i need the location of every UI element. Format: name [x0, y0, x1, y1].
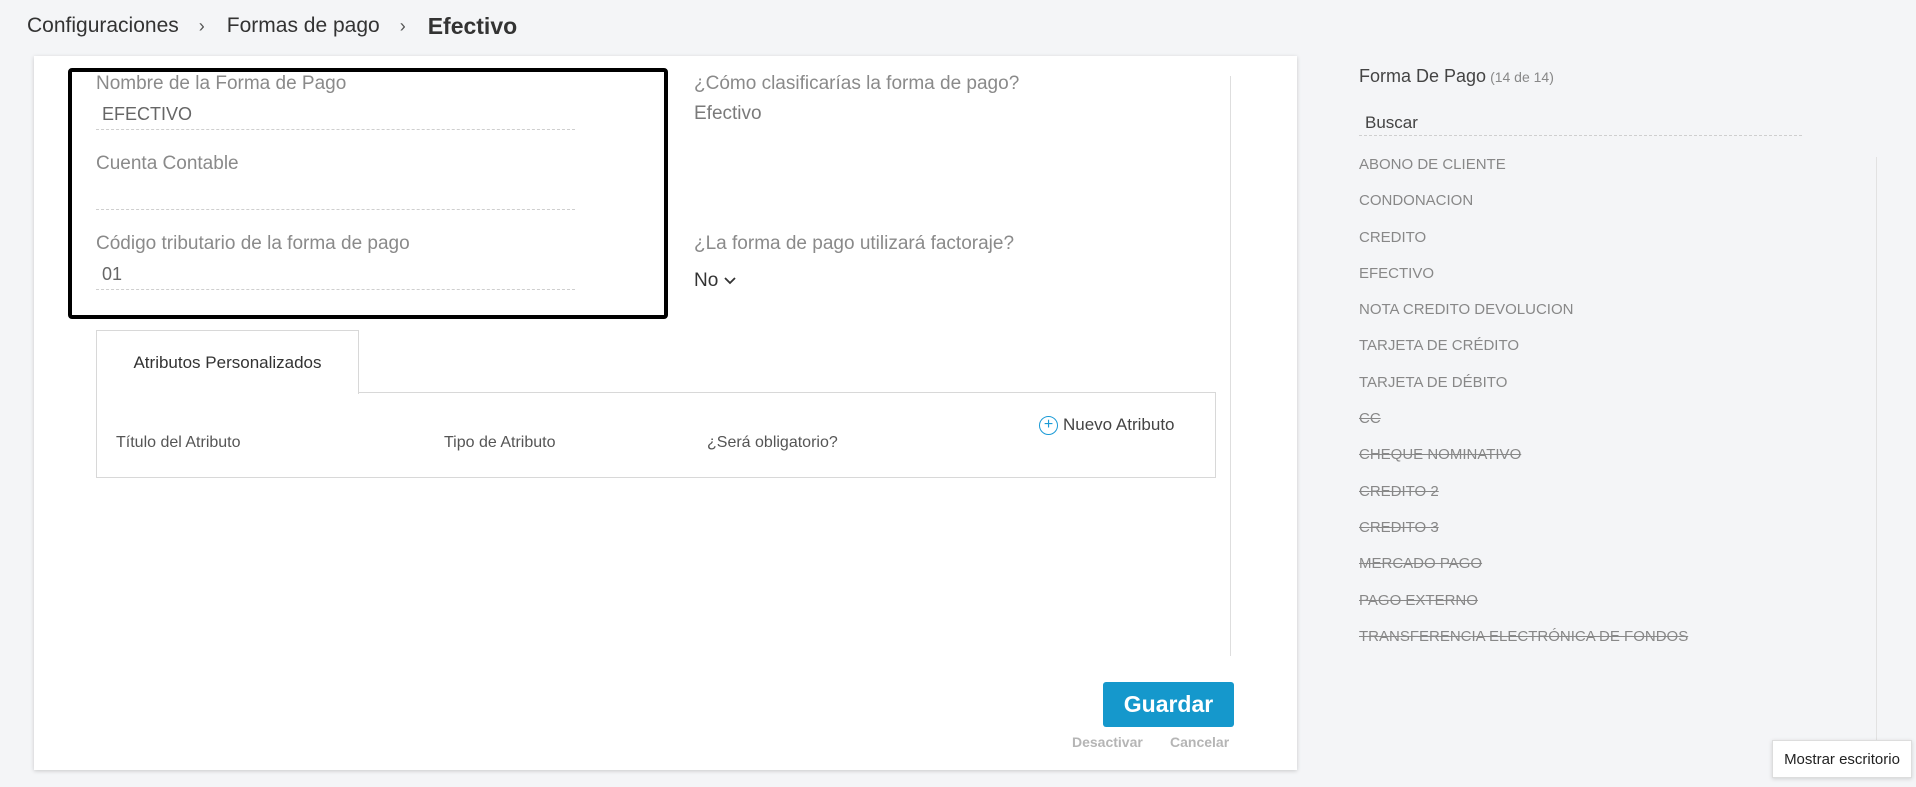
breadcrumb: Configuraciones › Formas de pago › Efect… — [27, 10, 517, 42]
breadcrumb-separator-icon: › — [399, 15, 406, 36]
list-item[interactable]: CREDITO — [1359, 226, 1688, 262]
deactivate-link[interactable]: Desactivar — [1072, 734, 1143, 750]
cancel-link[interactable]: Cancelar — [1170, 734, 1229, 750]
list-item[interactable]: EFECTIVO — [1359, 262, 1688, 298]
search-input[interactable] — [1359, 110, 1802, 136]
breadcrumb-separator-icon: › — [198, 15, 205, 36]
list-item[interactable]: PAGO EXTERNO — [1359, 589, 1688, 625]
show-desktop-tooltip: Mostrar escritorio — [1772, 740, 1912, 778]
account-label: Cuenta Contable — [96, 153, 239, 174]
sidebar-title: Forma De Pago (14 de 14) — [1359, 66, 1554, 87]
breadcrumb-formas-de-pago[interactable]: Formas de pago — [227, 14, 380, 38]
save-button[interactable]: Guardar — [1103, 682, 1234, 727]
list-item[interactable]: TARJETA DE DÉBITO — [1359, 371, 1688, 407]
list-item[interactable]: NOTA CREDITO DEVOLUCION — [1359, 298, 1688, 334]
column-header-type: Tipo de Atributo — [444, 434, 556, 451]
factoring-value: No — [694, 270, 719, 291]
tax-code-input[interactable] — [96, 260, 575, 290]
classify-label: ¿Cómo clasificarías la forma de pago? — [694, 73, 1020, 94]
list-item[interactable]: CREDITO 2 — [1359, 480, 1688, 516]
list-item[interactable]: TRANSFERENCIA ELECTRÓNICA DE FONDOS — [1359, 625, 1688, 661]
breadcrumb-configuraciones[interactable]: Configuraciones — [27, 14, 179, 38]
factoring-select[interactable]: No — [694, 270, 736, 292]
factoring-label: ¿La forma de pago utilizará factoraje? — [694, 233, 1015, 254]
payment-name-label: Nombre de la Forma de Pago — [96, 73, 347, 94]
page-title: Efectivo — [427, 12, 518, 39]
plus-circle-icon: + — [1039, 415, 1058, 435]
tab-atributos-personalizados[interactable]: Atributos Personalizados — [96, 330, 359, 394]
list-item[interactable]: CHEQUE NOMINATIVO — [1359, 443, 1688, 479]
chevron-down-icon — [724, 277, 736, 285]
attributes-panel — [96, 392, 1216, 478]
list-item[interactable]: CONDONACION — [1359, 189, 1688, 225]
tax-code-label: Código tributario de la forma de pago — [96, 233, 410, 254]
account-input[interactable] — [96, 180, 575, 210]
column-header-required: ¿Será obligatorio? — [707, 434, 838, 451]
classify-value[interactable]: Efectivo — [694, 103, 762, 125]
sidebar-title-text: Forma De Pago — [1359, 66, 1487, 86]
payment-name-input[interactable] — [96, 100, 575, 130]
divider — [1230, 76, 1231, 656]
list-item[interactable]: MERCADO PAGO — [1359, 552, 1688, 588]
new-attribute-button[interactable]: + Nuevo Atributo — [1039, 415, 1175, 435]
list-item[interactable]: TARJETA DE CRÉDITO — [1359, 334, 1688, 370]
payment-method-list: ABONO DE CLIENTE CONDONACION CREDITO EFECTI… — [1359, 153, 1688, 661]
sidebar-scrollbar[interactable] — [1876, 157, 1877, 747]
list-item[interactable]: ABONO DE CLIENTE — [1359, 153, 1688, 189]
column-header-title: Título del Atributo — [116, 434, 241, 451]
list-item[interactable]: CREDITO 3 — [1359, 516, 1688, 552]
sidebar-count: (14 de 14) — [1490, 69, 1554, 85]
list-item[interactable]: CC — [1359, 407, 1688, 443]
new-attribute-label: Nuevo Atributo — [1063, 415, 1175, 434]
